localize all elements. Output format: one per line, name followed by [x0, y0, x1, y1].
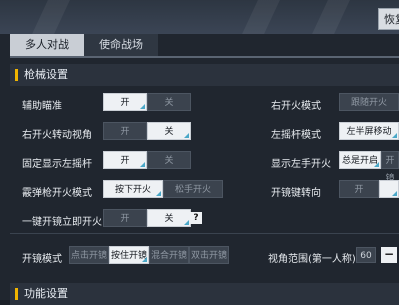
- section-header-function: 功能设置: [10, 283, 399, 305]
- right-fire-turn-view-off[interactable]: 关: [147, 122, 191, 140]
- section-title: 功能设置: [24, 287, 68, 300]
- one-key-scope-fire-toggle: 开 关: [103, 209, 191, 227]
- fixed-left-joystick-label: 固定显示左摇杆: [22, 159, 92, 170]
- scope-turn-off[interactable]: [379, 180, 399, 198]
- aim-assist-off[interactable]: 关: [147, 93, 191, 111]
- tab-underline: [10, 56, 399, 58]
- show-left-fire-selector: 总是开启 开镜: [339, 151, 399, 184]
- restore-button[interactable]: 恢复: [378, 8, 399, 30]
- left-joystick-mode-option[interactable]: 左半屏移动: [339, 122, 399, 140]
- show-left-fire-always[interactable]: 总是开启: [339, 151, 381, 169]
- fov-value: 60: [356, 247, 376, 263]
- scope-mode-mixed[interactable]: 混合开镜: [149, 246, 189, 264]
- tab-bar: 多人对战 使命战场: [10, 34, 158, 56]
- help-icon[interactable]: ?: [190, 212, 202, 224]
- fov-label: 视角范围(第一人称): [268, 254, 356, 265]
- fixed-left-joystick-on[interactable]: 开: [103, 151, 147, 169]
- one-key-scope-fire-on[interactable]: 开: [103, 209, 147, 227]
- right-fire-mode-label: 右开火模式: [271, 101, 321, 112]
- background-decoration: [32, 0, 70, 34]
- section-accent-bar: [15, 69, 18, 81]
- scope-mode-tap[interactable]: 点击开镜: [69, 246, 109, 264]
- right-fire-mode-selector: 跟随开火: [339, 93, 399, 111]
- fov-minus-button[interactable]: −: [381, 247, 397, 263]
- show-left-fire-scope[interactable]: 开镜: [381, 151, 399, 184]
- right-fire-turn-view-label: 右开火转动视角: [22, 130, 92, 141]
- aim-assist-label: 辅助瞄准: [22, 101, 62, 112]
- right-fire-mode-option[interactable]: 跟随开火: [339, 93, 399, 111]
- scope-mode-label: 开镜模式: [22, 254, 62, 265]
- scope-turn-on[interactable]: 开: [339, 180, 379, 198]
- background-header: [0, 0, 399, 34]
- section-title: 枪械设置: [24, 68, 68, 81]
- section-header-weapons: 枪械设置: [10, 64, 399, 86]
- aim-assist-toggle: 开 关: [103, 93, 191, 111]
- left-joystick-mode-label: 左摇杆模式: [271, 130, 321, 141]
- background-decoration: [312, 0, 350, 34]
- aim-assist-on[interactable]: 开: [103, 93, 147, 111]
- tab-mission-battlefield[interactable]: 使命战场: [84, 34, 158, 56]
- left-joystick-mode-selector: 左半屏移动: [339, 122, 399, 140]
- right-fire-turn-view-toggle: 开 关: [103, 122, 191, 140]
- show-left-fire-label: 显示左手开火: [271, 159, 331, 170]
- shotgun-fire-mode-label: 霰弹枪开火模式: [22, 188, 92, 199]
- background-decoration: [242, 0, 280, 34]
- shotgun-fire-release[interactable]: 松手开火: [163, 180, 223, 198]
- fixed-left-joystick-off[interactable]: 关: [147, 151, 191, 169]
- scope-turn-label: 开镜键转向: [271, 188, 321, 199]
- scope-mode-selector: 点击开镜 按住开镜 混合开镜 双击开镜: [69, 246, 229, 264]
- scope-turn-toggle: 开: [339, 180, 399, 198]
- scope-mode-double-tap[interactable]: 双击开镜: [189, 246, 229, 264]
- section-accent-bar: [15, 288, 18, 300]
- one-key-scope-fire-off[interactable]: 关: [147, 209, 191, 227]
- tab-multiplayer[interactable]: 多人对战: [10, 34, 84, 56]
- scope-mode-hold[interactable]: 按住开镜: [109, 246, 149, 264]
- shotgun-fire-mode-toggle: 按下开火 松手开火: [103, 180, 223, 198]
- divider: [10, 233, 399, 234]
- fixed-left-joystick-toggle: 开 关: [103, 151, 191, 169]
- right-fire-turn-view-on[interactable]: 开: [103, 122, 147, 140]
- one-key-scope-fire-label: 一键开镜立即开火: [22, 217, 102, 228]
- settings-panel: 多人对战 使命战场 枪械设置 辅助瞄准 开 关 右开火模式 跟随开火 右开火转动…: [0, 34, 399, 305]
- shotgun-fire-press[interactable]: 按下开火: [103, 180, 163, 198]
